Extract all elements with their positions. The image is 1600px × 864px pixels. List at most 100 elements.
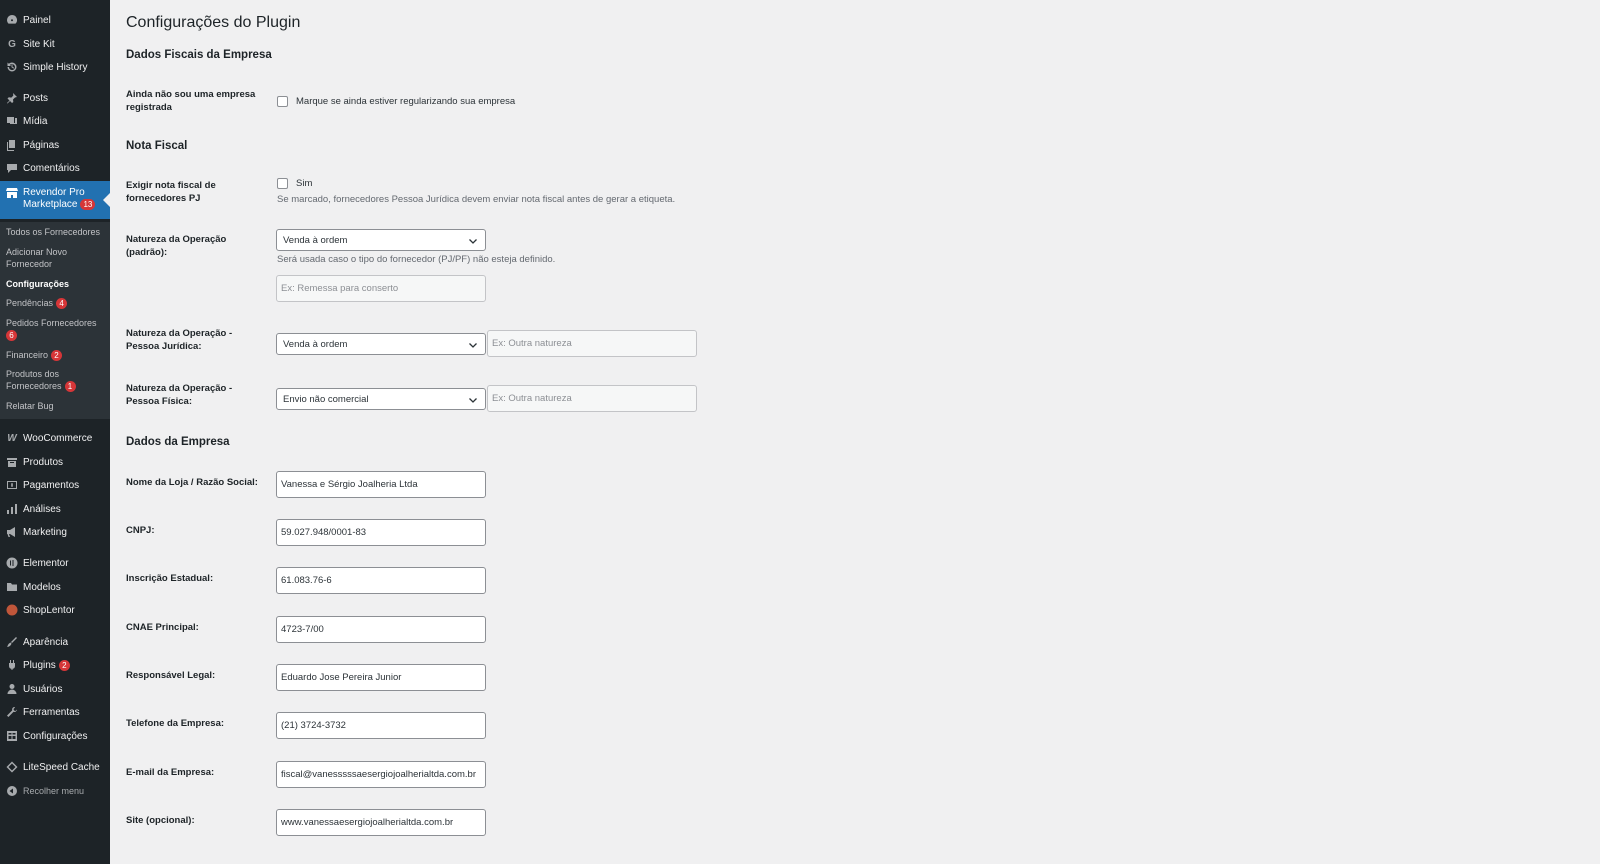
natureza-pf-select[interactable]: Envio não comercial bbox=[276, 388, 486, 410]
menu-item-plugins[interactable]: Plugins 2 bbox=[0, 655, 110, 675]
menu-item-comentarios[interactable]: Comentários bbox=[0, 158, 110, 178]
submenu-pendencias[interactable]: Pendências 4 bbox=[6, 297, 106, 309]
menu-item-simple-history[interactable]: Simple History bbox=[0, 57, 110, 77]
label-razao-social: Nome da Loja / Razão Social: bbox=[126, 477, 258, 488]
natureza-default-select[interactable]: Venda à ordem bbox=[276, 229, 486, 251]
menu-item-analises[interactable]: Análises bbox=[0, 499, 110, 519]
label-telefone: Telefone da Empresa: bbox=[126, 718, 225, 729]
menu-label: Recolher menu bbox=[23, 786, 85, 796]
menu-item-elementor[interactable]: Elementor bbox=[0, 553, 110, 573]
menu-label: Revendor Pro Marketplace 13 bbox=[23, 187, 103, 211]
brush-icon bbox=[5, 636, 19, 648]
menu-item-aparencia[interactable]: Aparência bbox=[0, 632, 110, 652]
submenu-todos-fornecedores[interactable]: Todos os Fornecedores bbox=[6, 226, 106, 238]
menu-label: Análises bbox=[23, 503, 61, 515]
responsavel-input[interactable]: Eduardo Jose Pereira Junior bbox=[276, 664, 486, 691]
natureza-pf-custom-input[interactable]: Ex: Outra natureza bbox=[487, 385, 697, 412]
menu-item-site-kit[interactable]: G Site Kit bbox=[0, 34, 110, 54]
label-natureza-default: Natureza da Operação (padrão): bbox=[126, 234, 227, 258]
folder-icon bbox=[5, 581, 19, 593]
razao-social-input[interactable]: Vanessa e Sérgio Joalheria Ltda bbox=[276, 471, 486, 498]
menu-label: Mídia bbox=[23, 115, 48, 127]
submenu-financeiro[interactable]: Financeiro 2 bbox=[6, 349, 106, 361]
plugin-icon bbox=[5, 659, 19, 671]
submenu-revendor-pro: Todos os Fornecedores Adicionar Novo For… bbox=[0, 222, 110, 419]
menu-label: Posts bbox=[23, 92, 49, 104]
history-icon bbox=[5, 61, 19, 73]
menu-item-woocommerce[interactable]: W WooCommerce bbox=[0, 428, 110, 448]
menu-item-litespeed[interactable]: LiteSpeed Cache bbox=[0, 757, 110, 777]
cnpj-input[interactable]: 59.027.948/0001-83 bbox=[276, 519, 486, 546]
submenu-relatar-bug[interactable]: Relatar Bug bbox=[6, 400, 106, 412]
select-value: Venda à ordem bbox=[283, 338, 348, 350]
menu-item-produtos[interactable]: Produtos bbox=[0, 452, 110, 472]
menu-item-configuracoes[interactable]: Configurações bbox=[0, 726, 110, 746]
label-not-registered: Ainda não sou uma empresa registrada bbox=[126, 89, 256, 113]
input-value: Vanessa e Sérgio Joalheria Ltda bbox=[281, 479, 418, 490]
menu-label: Modelos bbox=[23, 581, 61, 593]
input-placeholder: Ex: Remessa para conserto bbox=[281, 283, 399, 294]
menu-item-modelos[interactable]: Modelos bbox=[0, 577, 110, 597]
inscricao-estadual-input[interactable]: 61.083.76-6 bbox=[276, 567, 486, 594]
menu-label: Elementor bbox=[23, 557, 69, 569]
cnae-input[interactable]: 4723-7/00 bbox=[276, 616, 486, 643]
input-value: (21) 3724-3732 bbox=[281, 720, 346, 731]
label-cnpj: CNPJ: bbox=[126, 525, 155, 536]
submenu-pedidos-fornecedores[interactable]: Pedidos Fornecedores 6 bbox=[6, 317, 106, 341]
menu-label: Marketing bbox=[23, 526, 67, 538]
menu-label: Plugins 2 bbox=[23, 659, 70, 671]
natureza-default-custom-input[interactable]: Ex: Remessa para conserto bbox=[276, 275, 486, 302]
not-registered-checkbox[interactable] bbox=[277, 96, 288, 107]
collapse-menu-button[interactable]: Recolher menu bbox=[0, 781, 110, 801]
collapse-icon bbox=[5, 785, 19, 797]
menu-item-revendor-pro[interactable]: Revendor Pro Marketplace 13 bbox=[0, 181, 110, 219]
input-value: 61.083.76-6 bbox=[281, 575, 332, 586]
menu-item-marketing[interactable]: Marketing bbox=[0, 522, 110, 542]
notification-badge: 6 bbox=[6, 330, 17, 341]
notification-badge: 2 bbox=[58, 659, 70, 671]
chevron-down-icon bbox=[469, 398, 477, 403]
products-icon bbox=[5, 456, 19, 468]
notification-badge: 1 bbox=[64, 381, 76, 392]
menu-label: Simple History bbox=[23, 61, 88, 73]
input-placeholder: Ex: Outra natureza bbox=[492, 393, 572, 404]
media-icon bbox=[5, 115, 19, 127]
input-value: 4723-7/00 bbox=[281, 624, 324, 635]
input-placeholder: Ex: Outra natureza bbox=[492, 338, 572, 349]
menu-item-pagamentos[interactable]: Pagamentos bbox=[0, 475, 110, 495]
section-title-empresa: Dados da Empresa bbox=[126, 436, 230, 448]
elementor-icon bbox=[5, 557, 19, 569]
natureza-pj-custom-input[interactable]: Ex: Outra natureza bbox=[487, 330, 697, 357]
store-icon bbox=[5, 187, 19, 199]
menu-item-shoplentor[interactable]: ShopLentor bbox=[0, 600, 110, 620]
admin-sidebar: Painel G Site Kit Simple History Posts M… bbox=[0, 0, 110, 864]
menu-label: Produtos bbox=[23, 456, 64, 468]
submenu-adicionar-fornecedor[interactable]: Adicionar Novo Fornecedor bbox=[6, 246, 86, 270]
main-content: Configurações do Plugin Dados Fiscais da… bbox=[110, 0, 1600, 864]
site-input[interactable]: www.vanessaesergiojoalherialtda.com.br bbox=[276, 809, 486, 836]
menu-item-ferramentas[interactable]: Ferramentas bbox=[0, 702, 110, 722]
submenu-produtos-fornecedores[interactable]: Produtos dos Fornecedores 1 bbox=[6, 368, 86, 392]
menu-item-midia[interactable]: Mídia bbox=[0, 111, 110, 131]
submenu-configuracoes[interactable]: Configurações bbox=[6, 278, 106, 290]
menu-label: Painel bbox=[23, 14, 51, 26]
menu-label: WooCommerce bbox=[23, 432, 93, 444]
wrench-icon bbox=[5, 706, 19, 718]
select-value: Venda à ordem bbox=[283, 234, 348, 246]
require-nota-checkbox-label[interactable]: Sim bbox=[296, 178, 312, 189]
section-title-fiscal: Dados Fiscais da Empresa bbox=[126, 49, 272, 61]
menu-label: Site Kit bbox=[23, 38, 55, 50]
menu-item-usuarios[interactable]: Usuários bbox=[0, 679, 110, 699]
input-value: fiscal@vanesssssaesergiojoalherialtda.co… bbox=[281, 769, 476, 780]
not-registered-checkbox-label[interactable]: Marque se ainda estiver regularizando su… bbox=[296, 96, 515, 107]
natureza-pj-select[interactable]: Venda à ordem bbox=[276, 333, 486, 355]
require-nota-description: Se marcado, fornecedores Pessoa Jurídica… bbox=[277, 194, 676, 205]
menu-label: Configurações bbox=[23, 730, 88, 742]
menu-item-posts[interactable]: Posts bbox=[0, 88, 110, 108]
menu-item-paginas[interactable]: Páginas bbox=[0, 135, 110, 155]
email-input[interactable]: fiscal@vanesssssaesergiojoalherialtda.co… bbox=[276, 761, 486, 788]
menu-item-painel[interactable]: Painel bbox=[0, 10, 110, 30]
telefone-input[interactable]: (21) 3724-3732 bbox=[276, 712, 486, 739]
require-nota-checkbox[interactable] bbox=[277, 178, 288, 189]
input-value: 59.027.948/0001-83 bbox=[281, 527, 367, 538]
